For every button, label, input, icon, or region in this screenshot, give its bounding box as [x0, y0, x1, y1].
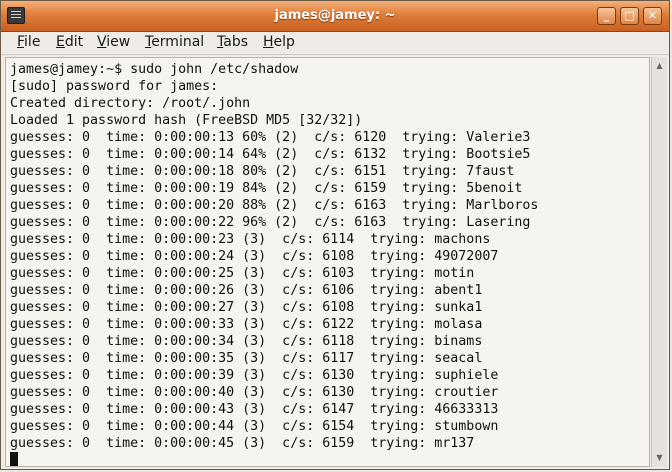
menu-file[interactable]: File [17, 34, 40, 50]
terminal-line: guesses: 0 time: 0:00:00:24 (3) c/s: 610… [10, 249, 499, 264]
terminal-line: guesses: 0 time: 0:00:00:18 80% (2) c/s:… [10, 164, 515, 179]
menu-view[interactable]: View [97, 34, 130, 50]
menu-help[interactable]: Help [263, 34, 295, 50]
terminal-line: guesses: 0 time: 0:00:00:13 60% (2) c/s:… [10, 130, 531, 145]
title-bar[interactable]: james@jamey: ~ _ □ ✕ [1, 1, 669, 32]
minimize-button[interactable]: _ [597, 7, 616, 25]
terminal-output[interactable]: james@jamey:~$ sudo john /etc/shadow [sud… [5, 57, 650, 467]
menu-terminal[interactable]: Terminal [145, 34, 204, 50]
terminal-line: guesses: 0 time: 0:00:00:19 84% (2) c/s:… [10, 181, 523, 196]
close-button[interactable]: ✕ [643, 7, 662, 25]
terminal-line: guesses: 0 time: 0:00:00:39 (3) c/s: 613… [10, 368, 499, 383]
scroll-down-icon[interactable]: ▼ [653, 451, 666, 465]
window-title: james@jamey: ~ [274, 8, 396, 23]
maximize-icon: □ [624, 9, 635, 22]
terminal-line: Loaded 1 password hash (FreeBSD MD5 [32/… [10, 113, 363, 128]
terminal-line: guesses: 0 time: 0:00:00:34 (3) c/s: 611… [10, 334, 483, 349]
maximize-button[interactable]: □ [620, 7, 639, 25]
terminal-line: [sudo] password for james: [10, 79, 219, 94]
terminal-line: guesses: 0 time: 0:00:00:23 (3) c/s: 611… [10, 232, 491, 247]
terminal-line: guesses: 0 time: 0:00:00:20 88% (2) c/s:… [10, 198, 539, 213]
terminal-line: guesses: 0 time: 0:00:00:22 96% (2) c/s:… [10, 215, 531, 230]
terminal-line: guesses: 0 time: 0:00:00:43 (3) c/s: 614… [10, 402, 499, 417]
terminal-line: guesses: 0 time: 0:00:00:25 (3) c/s: 610… [10, 266, 475, 281]
menu-tabs[interactable]: Tabs [217, 34, 248, 50]
terminal-line: guesses: 0 time: 0:00:00:27 (3) c/s: 610… [10, 300, 483, 315]
menu-bar: File Edit View Terminal Tabs Help [1, 32, 669, 55]
terminal-line: guesses: 0 time: 0:00:00:45 (3) c/s: 615… [10, 436, 475, 451]
terminal-line: james@jamey:~$ sudo john /etc/shadow [10, 62, 299, 77]
text-cursor [10, 452, 18, 466]
terminal-line: guesses: 0 time: 0:00:00:40 (3) c/s: 613… [10, 385, 499, 400]
terminal-line: Created directory: /root/.john [10, 96, 251, 111]
close-icon: ✕ [647, 9, 658, 22]
scroll-up-icon[interactable]: ▲ [653, 59, 666, 73]
terminal-window: james@jamey: ~ _ □ ✕ File Edit View Term… [0, 0, 670, 470]
terminal-line: guesses: 0 time: 0:00:00:35 (3) c/s: 611… [10, 351, 483, 366]
terminal-line: guesses: 0 time: 0:00:00:14 64% (2) c/s:… [10, 147, 531, 162]
menu-edit[interactable]: Edit [56, 34, 83, 50]
vertical-scrollbar[interactable]: ▲ ▼ [651, 57, 667, 467]
terminal-line: guesses: 0 time: 0:00:00:44 (3) c/s: 615… [10, 419, 499, 434]
minimize-icon: _ [603, 9, 610, 22]
terminal-line: guesses: 0 time: 0:00:00:26 (3) c/s: 610… [10, 283, 483, 298]
terminal-line: guesses: 0 time: 0:00:00:33 (3) c/s: 612… [10, 317, 483, 332]
